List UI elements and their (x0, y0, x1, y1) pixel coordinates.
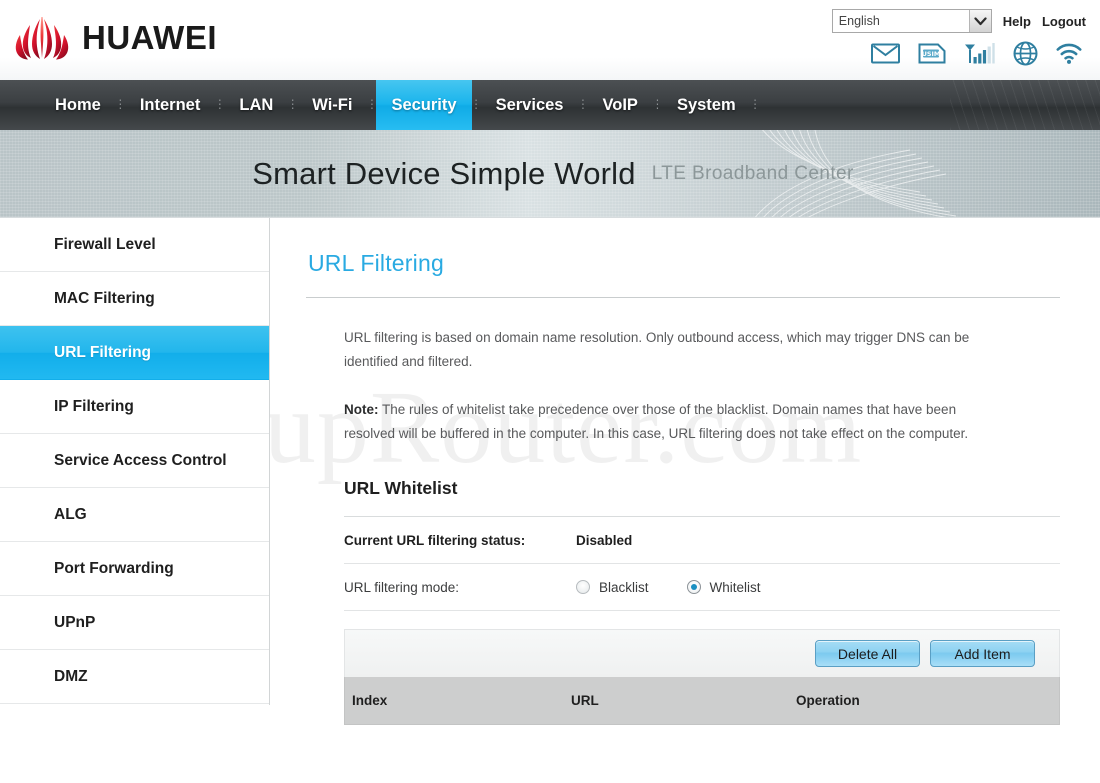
nav-item-internet[interactable]: Internet (125, 80, 216, 130)
usim-icon[interactable]: USIM (918, 43, 946, 64)
radio-option-whitelist[interactable]: Whitelist (686, 579, 761, 595)
sidebar-item-alg[interactable]: ALG (0, 488, 269, 542)
section-title: URL Whitelist (344, 478, 1060, 517)
status-value: Disabled (576, 532, 633, 548)
column-header-index: Index (352, 693, 388, 708)
huawei-flower-logo-icon (15, 17, 69, 60)
url-list-table: Delete All Add Item Index URL Operation (344, 629, 1060, 725)
description-block: URL filtering is based on domain name re… (306, 298, 1060, 445)
nav-separator: ⋮ (214, 97, 226, 112)
brand-name: HUAWEI (82, 19, 217, 56)
svg-text:USIM: USIM (922, 50, 941, 58)
header-utility-group: English Help Logout (831, 9, 1086, 33)
nav-separator: ⋮ (287, 97, 299, 112)
radio-whitelist-icon[interactable] (686, 580, 701, 594)
note-text: Note: The rules of whitelist take preced… (344, 398, 989, 445)
brand-logo: HUAWEI (14, 14, 217, 62)
filtering-mode-row: URL filtering mode: Blacklist Whitelist (344, 564, 1060, 611)
nav-separator: ⋮ (577, 97, 589, 112)
nav-separator: ⋮ (749, 97, 761, 112)
main-content: URL Filtering URL filtering is based on … (270, 218, 1100, 783)
url-whitelist-section: URL Whitelist Current URL filtering stat… (306, 478, 1060, 725)
status-label: Current URL filtering status: (344, 532, 526, 548)
nav-item-home[interactable]: Home (40, 80, 116, 130)
logout-link[interactable]: Logout (1042, 14, 1086, 29)
nav-separator: ⋮ (470, 97, 482, 112)
nav-item-voip[interactable]: VoIP (587, 80, 652, 130)
banner-headline: Smart Device Simple World (252, 155, 636, 191)
sidebar-item-mac-filtering[interactable]: MAC Filtering (0, 272, 269, 326)
page-body: SetupRouter.com Firewall Level MAC Filte… (0, 218, 1100, 783)
note-body: The rules of whitelist take precedence o… (344, 402, 969, 441)
main-navigation: Home ⋮ Internet ⋮ LAN ⋮ Wi-Fi ⋮ Security… (0, 80, 1100, 130)
banner-subtitle: LTE Broadband Center (651, 162, 854, 184)
add-item-button[interactable]: Add Item (930, 640, 1035, 667)
description-text: URL filtering is based on domain name re… (344, 330, 970, 369)
column-header-url: URL (571, 693, 599, 708)
column-header-operation: Operation (796, 693, 860, 708)
language-select[interactable]: English (831, 9, 992, 33)
nav-item-system[interactable]: System (662, 80, 751, 130)
nav-separator: ⋮ (651, 97, 663, 112)
sidebar-item-service-access-control[interactable]: Service Access Control (0, 434, 269, 488)
security-sidebar: Firewall Level MAC Filtering URL Filteri… (0, 218, 270, 705)
mail-icon[interactable] (871, 43, 900, 64)
nav-item-wifi[interactable]: Wi-Fi (297, 80, 367, 130)
signal-icon[interactable] (964, 42, 995, 65)
sidebar-item-port-forwarding[interactable]: Port Forwarding (0, 542, 269, 596)
status-icon-row: USIM (871, 41, 1082, 66)
nav-item-services[interactable]: Services (481, 80, 579, 130)
sidebar-item-ip-filtering[interactable]: IP Filtering (0, 380, 269, 434)
delete-all-button[interactable]: Delete All (815, 640, 920, 667)
nav-item-lan[interactable]: LAN (224, 80, 288, 130)
globe-icon[interactable] (1013, 41, 1038, 66)
hero-banner: Smart Device Simple World LTE Broadband … (0, 130, 1100, 218)
table-header-row: Index URL Operation (344, 677, 1060, 725)
status-row: Current URL filtering status: Disabled (344, 517, 1060, 564)
nav-separator: ⋮ (366, 97, 378, 112)
sidebar-item-upnp[interactable]: UPnP (0, 596, 269, 650)
radio-blacklist-label: Blacklist (599, 579, 649, 595)
sidebar-item-firewall-level[interactable]: Firewall Level (0, 218, 269, 272)
nav-separator: ⋮ (114, 97, 126, 112)
note-label: Note: (344, 402, 379, 417)
table-toolbar: Delete All Add Item (344, 629, 1060, 677)
sidebar-item-dmz[interactable]: DMZ (0, 650, 269, 704)
wifi-icon[interactable] (1056, 43, 1082, 64)
radio-option-blacklist[interactable]: Blacklist (576, 580, 649, 595)
nav-item-security[interactable]: Security (376, 80, 472, 130)
page-title: URL Filtering (306, 250, 1060, 298)
filtering-mode-label: URL filtering mode: (344, 579, 460, 595)
radio-whitelist-label: Whitelist (709, 579, 761, 595)
language-select-value: English (838, 14, 880, 28)
router-admin-page: HUAWEI English Help Logout USIM Home ⋮ I… (0, 0, 1100, 783)
chevron-down-icon (968, 10, 991, 32)
filtering-mode-radio-group: Blacklist Whitelist (576, 580, 761, 595)
banner-text-group: Smart Device Simple World LTE Broadband … (0, 130, 1100, 217)
sidebar-item-url-filtering[interactable]: URL Filtering (0, 326, 269, 380)
radio-blacklist-icon[interactable] (576, 580, 590, 594)
header-bar: HUAWEI English Help Logout USIM (0, 0, 1100, 80)
help-link[interactable]: Help (1003, 14, 1031, 29)
